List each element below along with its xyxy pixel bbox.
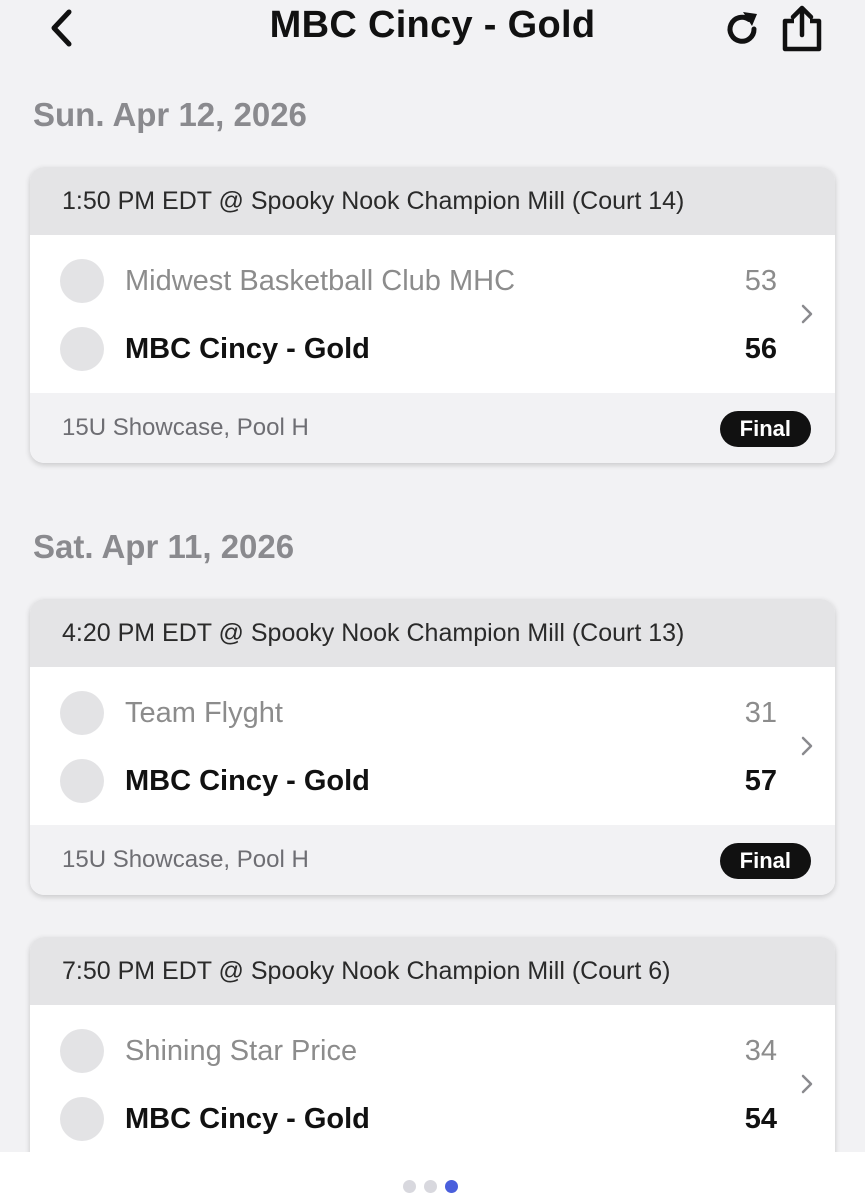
game-time-location: 4:20 PM EDT @ Spooky Nook Champion Mill …: [30, 599, 835, 667]
game-footer: 15U Showcase, Pool H Final: [30, 825, 835, 895]
team-row: MBC Cincy - Gold 57: [30, 747, 835, 815]
team-row: Team Flyght 31: [30, 679, 835, 747]
team-avatar: [60, 259, 104, 303]
team-score: 57: [744, 764, 777, 797]
date-heading: Sun. Apr 12, 2026: [33, 96, 307, 133]
game-teams: Midwest Basketball Club MHC 53 MBC Cincy…: [30, 235, 835, 393]
game-card[interactable]: 1:50 PM EDT @ Spooky Nook Champion Mill …: [30, 167, 835, 463]
date-heading: Sat. Apr 11, 2026: [33, 528, 295, 565]
team-avatar: [60, 759, 104, 803]
team-row: Shining Star Price 34: [30, 1017, 835, 1085]
chevron-right-icon: [797, 1071, 817, 1097]
chevron-right-icon: [797, 733, 817, 759]
team-avatar: [60, 1097, 104, 1141]
game-teams: Team Flyght 31 MBC Cincy - Gold 57: [30, 667, 835, 825]
game-footer: 15U Showcase, Pool H Final: [30, 393, 835, 463]
status-badge: Final: [719, 843, 811, 879]
page-dot-active[interactable]: [445, 1180, 458, 1193]
status-badge: Final: [719, 411, 811, 447]
team-name: Team Flyght: [125, 696, 283, 729]
team-avatar: [60, 327, 104, 371]
team-score: 53: [744, 264, 777, 297]
refresh-button[interactable]: [717, 4, 767, 54]
team-row: MBC Cincy - Gold 54: [30, 1085, 835, 1153]
team-avatar: [60, 1029, 104, 1073]
team-avatar: [60, 691, 104, 735]
bottom-bar: [0, 1152, 865, 1200]
team-name: MBC Cincy - Gold: [125, 332, 370, 365]
team-score: 34: [744, 1034, 777, 1067]
game-teams: Shining Star Price 34 MBC Cincy - Gold 5…: [30, 1005, 835, 1163]
team-name: Shining Star Price: [125, 1034, 358, 1067]
team-row: Midwest Basketball Club MHC 53: [30, 247, 835, 315]
team-score: 54: [744, 1102, 777, 1135]
chevron-right-icon: [797, 301, 817, 327]
team-row: MBC Cincy - Gold 56: [30, 315, 835, 383]
game-card[interactable]: 4:20 PM EDT @ Spooky Nook Champion Mill …: [30, 599, 835, 895]
refresh-icon: [727, 12, 757, 44]
share-button[interactable]: [777, 4, 827, 54]
page-indicator[interactable]: [403, 1180, 458, 1193]
share-icon: [782, 5, 822, 52]
team-score: 31: [744, 696, 777, 729]
page-dot[interactable]: [403, 1180, 416, 1193]
game-time-location: 7:50 PM EDT @ Spooky Nook Champion Mill …: [30, 937, 835, 1005]
team-name: MBC Cincy - Gold: [125, 764, 370, 797]
top-bar: MBC Cincy - Gold: [0, 0, 865, 60]
page-dot[interactable]: [424, 1180, 437, 1193]
team-name: MBC Cincy - Gold: [125, 1102, 370, 1135]
division-label: 15U Showcase, Pool H: [62, 846, 309, 873]
game-time-location: 1:50 PM EDT @ Spooky Nook Champion Mill …: [30, 167, 835, 235]
team-name: Midwest Basketball Club MHC: [125, 264, 516, 297]
team-score: 56: [744, 332, 777, 365]
division-label: 15U Showcase, Pool H: [62, 414, 309, 441]
